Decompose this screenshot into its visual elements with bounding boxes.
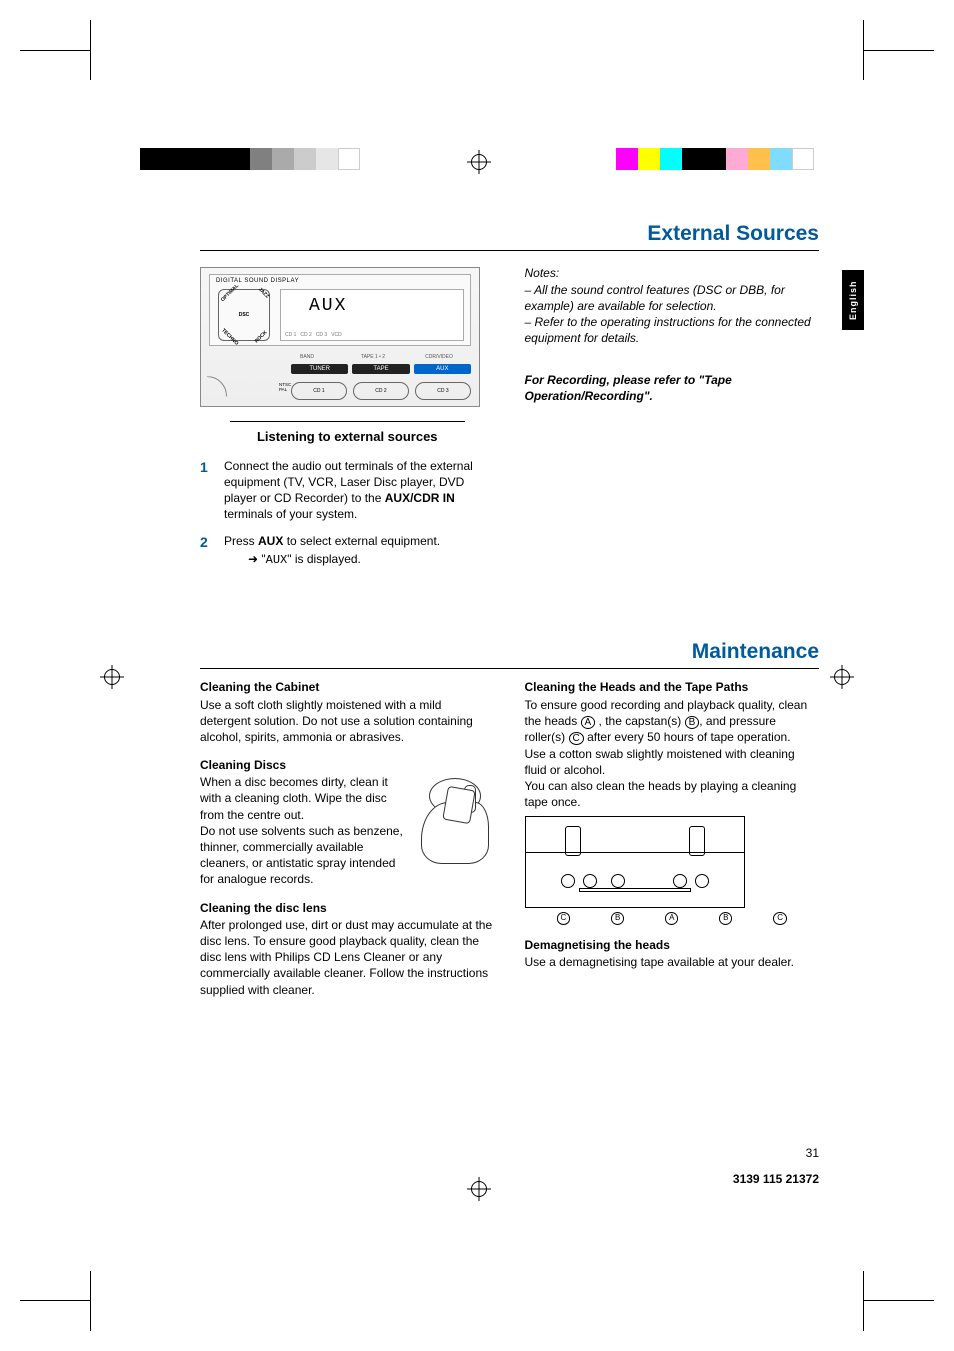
notes-block: Notes: – All the sound control features … — [525, 265, 820, 346]
label-b2: B — [719, 912, 732, 925]
cd-indicator: CD 1 — [285, 332, 296, 339]
discs-heading: Cleaning Discs — [200, 757, 495, 773]
print-color-bar — [140, 148, 360, 170]
registration-mark-icon — [100, 665, 124, 689]
cd-indicator: CD 2 — [300, 332, 311, 339]
tape12-label: TAPE 1 • 2 — [341, 354, 405, 361]
registration-mark-icon — [467, 150, 491, 174]
crop-mark — [20, 1300, 90, 1301]
demag-text: Use a demagnetising tape available at yo… — [525, 954, 820, 970]
note-1: – All the sound control features (DSC or… — [525, 282, 820, 314]
crop-mark — [863, 1271, 864, 1331]
discs-block: When a disc becomes dirty, clean it with… — [200, 774, 495, 887]
cabinet-heading: Cleaning the Cabinet — [200, 679, 495, 695]
tuner-button: TUNER — [291, 364, 348, 374]
disc-cleaning-figure — [415, 774, 495, 869]
step-1: 1 Connect the audio out terminals of the… — [200, 458, 495, 523]
print-color-bar — [616, 148, 814, 170]
heads-heading: Cleaning the Heads and the Tape Paths — [525, 679, 820, 695]
heads-labels-row: C B A B C — [525, 912, 820, 925]
page-content: External Sources DIGITAL SOUND DISPLAY O… — [200, 220, 819, 1191]
language-tab: English — [842, 270, 864, 330]
tape-heads-figure — [525, 816, 745, 908]
cd-indicator: CD 3 — [316, 332, 327, 339]
cd3-slot: CD 3 — [415, 382, 471, 400]
crop-mark — [90, 1271, 91, 1331]
crop-mark — [90, 20, 91, 80]
crop-mark — [864, 50, 934, 51]
left-column: DIGITAL SOUND DISPLAY OPTIMAL JAZZ TECHN… — [200, 259, 495, 578]
ntsc-pal-label: NTSCPAL — [279, 383, 291, 392]
heads-text-1: To ensure good recording and playback qu… — [525, 697, 820, 746]
aux-display: AUX — [309, 294, 347, 318]
registration-mark-icon — [830, 665, 854, 689]
vcd-indicator: VCD — [331, 332, 342, 339]
demag-heading: Demagnetising the heads — [525, 937, 820, 953]
dsc-techno: TECHNO — [220, 327, 240, 347]
crop-mark — [863, 20, 864, 80]
dsd-label: DIGITAL SOUND DISPLAY — [216, 277, 299, 285]
notes-label: Notes: — [525, 265, 820, 281]
crop-mark — [864, 1300, 934, 1301]
band-label: BAND — [275, 354, 339, 361]
step-number: 2 — [200, 533, 214, 568]
display-panel: AUX CD 1 CD 2 CD 3 VCD — [280, 289, 464, 341]
label-c: C — [557, 912, 571, 925]
document-number: 3139 115 21372 — [733, 1171, 819, 1187]
step-2: 2 Press AUX to select external equipment… — [200, 533, 495, 568]
device-figure: DIGITAL SOUND DISPLAY OPTIMAL JAZZ TECHN… — [200, 267, 480, 407]
step-body: Connect the audio out terminals of the e… — [224, 458, 495, 523]
dsc-rock: ROCK — [254, 329, 269, 344]
divider — [230, 421, 465, 422]
heads-text-2: Use a cotton swab slightly moistened wit… — [525, 746, 820, 778]
maint-left-column: Cleaning the Cabinet Use a soft cloth sl… — [200, 679, 495, 997]
dsc-jazz: JAZZ — [256, 287, 270, 301]
section-title-maintenance: Maintenance — [200, 638, 819, 669]
label-a: A — [665, 912, 678, 925]
dsc-knob: OPTIMAL JAZZ TECHNO ROCK DSC — [218, 289, 270, 341]
lens-heading: Cleaning the disc lens — [200, 900, 495, 916]
label-c2: C — [773, 912, 787, 925]
step-2-arrow-line: ➜ "AUX" is displayed. — [248, 551, 495, 568]
cd1-slot: CD 1 — [291, 382, 347, 400]
maint-right-column: Cleaning the Heads and the Tape Paths To… — [525, 679, 820, 997]
dsc-optimal: OPTIMAL — [220, 283, 241, 304]
section-title-external-sources: External Sources — [200, 220, 819, 251]
tape-button: TAPE — [352, 364, 409, 374]
heads-text-3: You can also clean the heads by playing … — [525, 778, 820, 810]
page-number: 31 — [806, 1145, 819, 1161]
step-body: Press AUX to select external equipment. … — [224, 533, 495, 568]
label-b: B — [611, 912, 624, 925]
lens-text: After prolonged use, dirt or dust may ac… — [200, 917, 495, 998]
listening-subheading: Listening to external sources — [200, 428, 495, 446]
cdrvideo-label: CDR/VIDEO — [407, 354, 471, 361]
device-curve — [187, 376, 227, 416]
right-column: Notes: – All the sound control features … — [525, 259, 820, 578]
recording-note: For Recording, please refer to "Tape Ope… — [525, 372, 820, 404]
dsc-center: DSC — [239, 312, 250, 319]
cabinet-text: Use a soft cloth slightly moistened with… — [200, 697, 495, 746]
crop-mark — [20, 50, 90, 51]
step-number: 1 — [200, 458, 214, 523]
aux-button: AUX — [414, 364, 471, 374]
cd2-slot: CD 2 — [353, 382, 409, 400]
note-2: – Refer to the operating instructions fo… — [525, 314, 820, 346]
